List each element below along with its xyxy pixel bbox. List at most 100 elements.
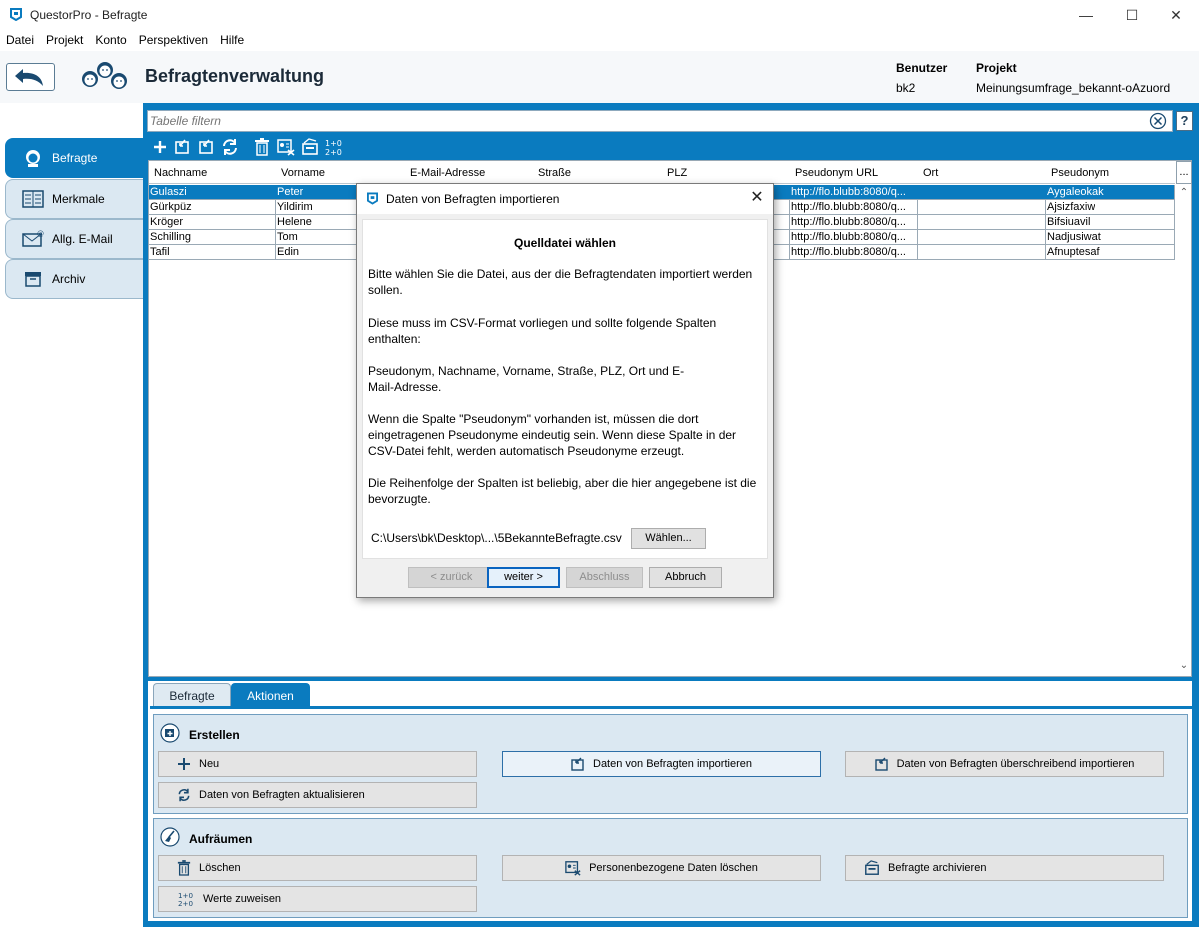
delete-personal-data-button[interactable]: Personenbezogene Daten löschen <box>502 855 821 881</box>
maximize-button[interactable]: ☐ <box>1109 0 1155 30</box>
menu-datei[interactable]: Datei <box>6 31 39 51</box>
import-overwrite-icon <box>874 757 888 771</box>
delete-icon[interactable] <box>252 137 272 157</box>
column-divider <box>275 215 276 230</box>
column-divider <box>917 245 918 260</box>
add-icon[interactable] <box>150 137 170 157</box>
person-icon <box>22 148 44 168</box>
table-filter-input[interactable] <box>150 113 1140 129</box>
refresh-icon[interactable] <box>220 137 240 157</box>
selected-file-path: C:\Users\bk\Desktop\...\5BekannteBefragt… <box>371 531 622 545</box>
column-divider <box>1045 245 1046 260</box>
assign-values-button[interactable]: 1+0 2+0 Werte zuweisen <box>158 886 477 912</box>
svg-text:1+0: 1+0 <box>325 139 342 148</box>
svg-text:2+0: 2+0 <box>325 148 342 156</box>
column-divider <box>1045 200 1046 215</box>
archive-action-icon <box>865 860 879 875</box>
new-button[interactable]: Neu <box>158 751 477 777</box>
finish-button[interactable]: Abschluss <box>566 567 643 588</box>
svg-text:2+0: 2+0 <box>178 899 193 907</box>
back-button[interactable] <box>6 63 55 91</box>
cell-pseudonym: Aygaleokak <box>1047 186 1104 198</box>
app-logo-icon <box>10 8 22 21</box>
column-header-nachname[interactable]: Nachname <box>154 167 207 179</box>
cell-pseudonym-url: http://flo.blubb:8080/q... <box>791 186 906 198</box>
cell-nachname: Kröger <box>150 216 184 228</box>
minimize-button[interactable]: — <box>1063 0 1109 30</box>
cell-vorname: Edin <box>277 246 300 258</box>
update-respondents-button[interactable]: Daten von Befragten aktualisieren <box>158 782 477 808</box>
next-step-button[interactable]: weiter > <box>487 567 560 588</box>
cell-pseudonym: Nadjusiwat <box>1047 231 1101 243</box>
column-divider <box>1045 230 1046 245</box>
assign-values-icon[interactable]: 1+0 2+0 <box>324 137 344 157</box>
column-header-strasse[interactable]: Straße <box>538 167 571 179</box>
cell-vorname: Yildirim <box>277 201 313 213</box>
column-divider <box>1045 215 1046 230</box>
sidebar-item-befragte[interactable]: Befragte <box>5 138 143 178</box>
archive-action-icon[interactable] <box>300 137 320 157</box>
cancel-button[interactable]: Abbruch <box>649 567 722 588</box>
menu-perspektiven[interactable]: Perspektiven <box>139 31 213 51</box>
add-icon <box>178 758 190 770</box>
import-respondents-label: Daten von Befragten importieren <box>593 758 752 770</box>
back-arrow-icon <box>15 69 43 86</box>
dialog-close-icon[interactable]: ✕ <box>746 188 768 210</box>
sidebar-item-label: Merkmale <box>52 192 105 206</box>
cell-pseudonym-url: http://flo.blubb:8080/q... <box>791 246 906 258</box>
import-overwrite-icon[interactable] <box>196 137 216 157</box>
cell-nachname: Gulaszi <box>150 186 187 198</box>
app-logo-icon <box>367 192 378 205</box>
cell-pseudonym-url: http://flo.blubb:8080/q... <box>791 231 906 243</box>
scroll-down-icon[interactable]: ⌄ <box>1177 660 1191 674</box>
column-header-ort[interactable]: Ort <box>923 167 938 179</box>
column-divider <box>917 230 918 245</box>
import-icon[interactable] <box>172 137 192 157</box>
column-header-pseudonym[interactable]: Pseudonym <box>1051 167 1109 179</box>
sidebar-item-merkmale[interactable]: Merkmale <box>5 179 143 219</box>
assign-values-label: Werte zuweisen <box>203 893 282 905</box>
user-label: Benutzer <box>896 61 948 75</box>
delete-personal-data-label: Personenbezogene Daten löschen <box>589 862 758 874</box>
delete-personal-data-icon <box>565 861 581 876</box>
sidebar-item-archiv[interactable]: Archiv <box>5 259 143 299</box>
column-header-vorname[interactable]: Vorname <box>281 167 325 179</box>
menu-bar: Datei Projekt Konto Perspektiven Hilfe <box>0 31 1199 51</box>
column-header-pseudonym-url[interactable]: Pseudonym URL <box>795 167 878 179</box>
list-icon <box>22 189 44 209</box>
column-header-email[interactable]: E-Mail-Adresse <box>410 167 485 179</box>
clear-filter-icon[interactable] <box>1149 112 1167 130</box>
menu-hilfe[interactable]: Hilfe <box>220 31 249 51</box>
cell-pseudonym: Ajsizfaxiw <box>1047 201 1096 213</box>
column-chooser-button[interactable]: ... <box>1176 161 1192 184</box>
menu-konto[interactable]: Konto <box>95 31 131 51</box>
column-divider <box>917 215 918 230</box>
menu-projekt[interactable]: Projekt <box>46 31 88 51</box>
close-window-button[interactable]: ✕ <box>1153 0 1199 30</box>
import-respondents-button[interactable]: Daten von Befragten importieren <box>502 751 821 777</box>
help-button[interactable]: ? <box>1176 111 1193 131</box>
back-step-button[interactable]: < zurück <box>408 567 495 588</box>
scroll-up-icon[interactable]: ⌃ <box>1177 187 1191 201</box>
sidebar-item-label: Befragte <box>52 151 98 165</box>
tab-aktionen[interactable]: Aktionen <box>231 683 310 707</box>
delete-button[interactable]: Löschen <box>158 855 477 881</box>
choose-file-button[interactable]: Wählen... <box>631 528 706 549</box>
dialog-title: Daten von Befragten importieren <box>386 192 560 206</box>
cell-pseudonym: Bifsiuavil <box>1047 216 1091 228</box>
group-title-aufraeumen: Aufräumen <box>189 832 253 846</box>
group-title-erstellen: Erstellen <box>189 728 240 742</box>
tab-befragte[interactable]: Befragte <box>153 683 231 707</box>
dialog-paragraph: Die Reihenfolge der Spalten ist beliebig… <box>368 476 757 506</box>
tab-underline <box>150 706 1192 709</box>
sidebar-item-label: Archiv <box>52 272 86 286</box>
sidebar-item-email[interactable]: @ Allg. E-Mail <box>5 219 143 259</box>
page-title: Befragtenverwaltung <box>145 66 325 86</box>
import-icon <box>571 757 584 771</box>
archive-respondents-button[interactable]: Befragte archivieren <box>845 855 1164 881</box>
column-header-plz[interactable]: PLZ <box>667 167 687 179</box>
mail-icon: @ <box>22 229 44 249</box>
delete-personal-data-icon[interactable] <box>276 137 296 157</box>
import-overwrite-button[interactable]: Daten von Befragten überschreibend impor… <box>845 751 1164 777</box>
respondents-icon <box>82 62 127 89</box>
